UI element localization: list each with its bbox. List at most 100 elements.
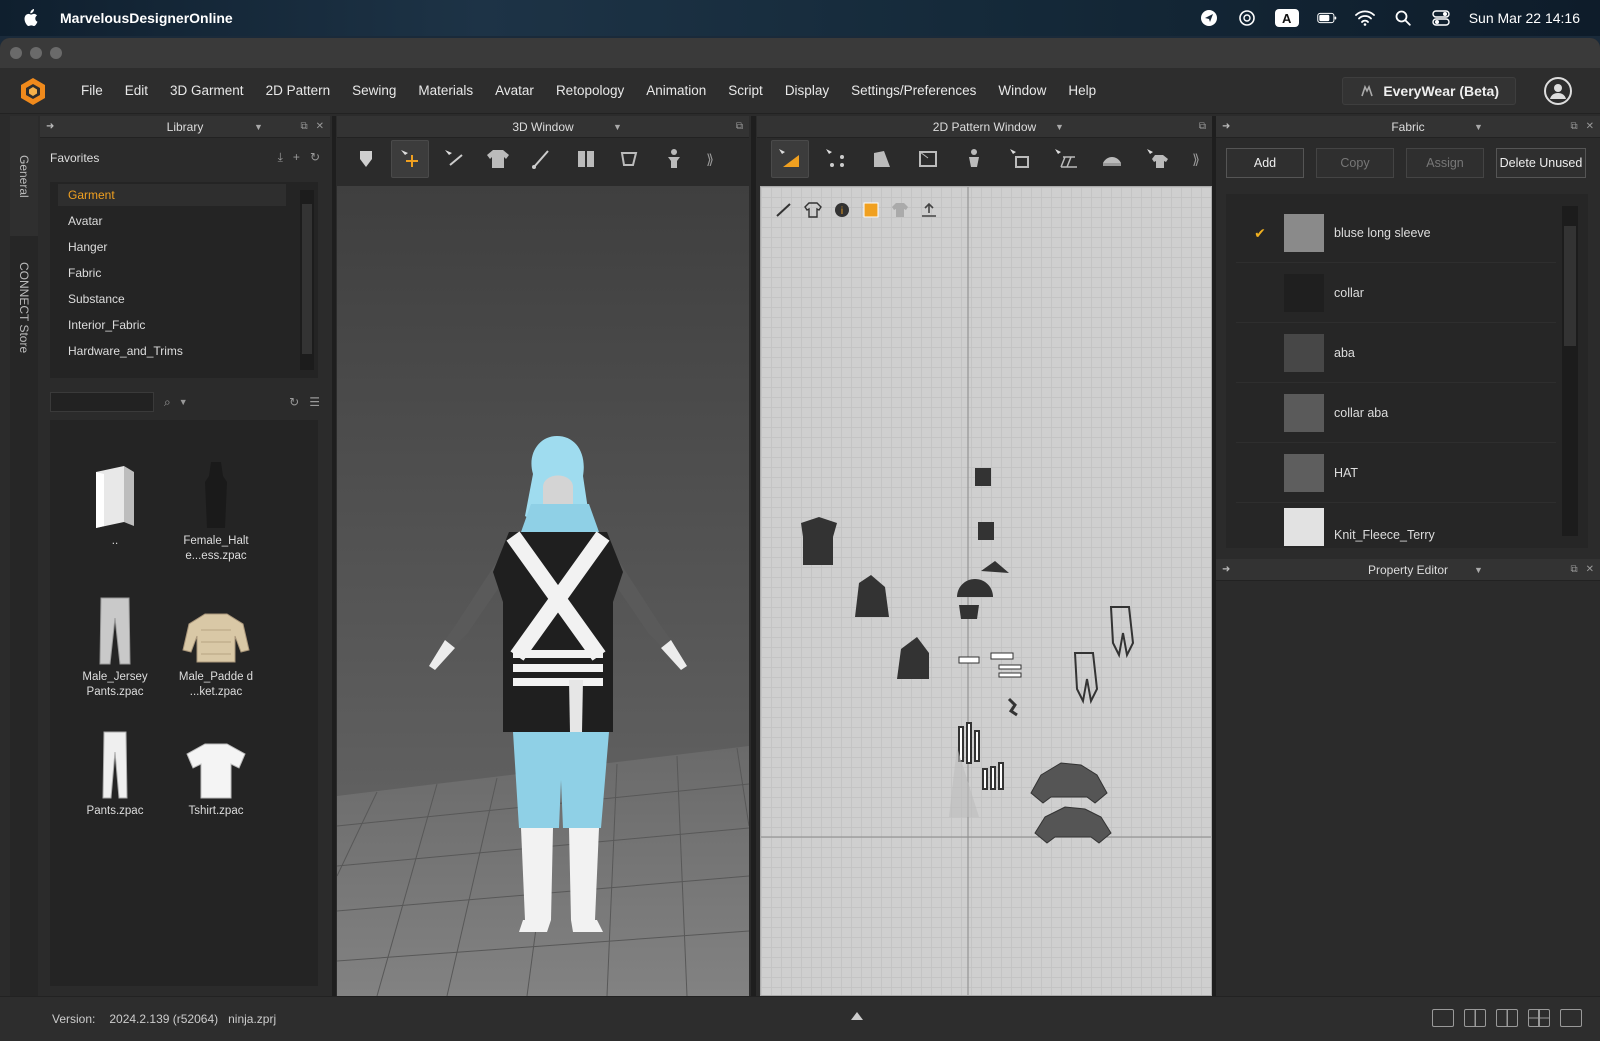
chevron-down-icon[interactable]: ▼ — [1474, 565, 1483, 575]
menu-3d-garment[interactable]: 3D Garment — [159, 83, 255, 98]
add-icon[interactable]: + — [293, 150, 300, 165]
battery-icon[interactable] — [1316, 8, 1337, 28]
library-item-female-halter-dress[interactable]: Female_Halt e...ess.zpac — [166, 456, 266, 564]
menu-retopology[interactable]: Retopology — [545, 83, 635, 98]
toolbar-overflow-icon[interactable]: ⟫ — [1185, 140, 1207, 178]
fabric-item[interactable]: collar — [1236, 264, 1556, 323]
fabric-item[interactable]: Knit_Fleece_Terry — [1236, 504, 1556, 548]
control-center-icon[interactable] — [1431, 8, 1451, 28]
chevron-down-icon[interactable]: ▼ — [1474, 122, 1483, 132]
apple-icon[interactable] — [22, 9, 38, 27]
zoom-window-button[interactable] — [50, 47, 62, 59]
app-name[interactable]: MarvelousDesignerOnline — [60, 10, 233, 26]
tree-item-garment[interactable]: Garment — [58, 184, 286, 206]
toolbar-overflow-icon[interactable]: ⟫ — [699, 140, 721, 178]
scrollbar-thumb[interactable] — [1564, 226, 1576, 346]
side-tab-connect-store[interactable]: CONNECT Store — [10, 238, 38, 378]
chevron-down-icon[interactable]: ▼ — [179, 397, 188, 407]
add-fabric-button[interactable]: Add — [1226, 148, 1304, 178]
panel-divider[interactable] — [751, 116, 756, 996]
side-tab-general[interactable]: General — [10, 116, 38, 236]
expand-up-icon[interactable] — [850, 1010, 864, 1024]
everywear-button[interactable]: EveryWear (Beta) — [1342, 76, 1516, 105]
delete-unused-button[interactable]: Delete Unused — [1496, 148, 1586, 178]
library-item-parent-folder[interactable]: .. — [65, 456, 165, 549]
undock-icon[interactable]: ⧉ — [736, 121, 743, 132]
steam-tool-icon[interactable] — [1093, 140, 1131, 178]
library-search-input[interactable] — [50, 392, 154, 412]
tree-item-substance[interactable]: Substance — [58, 288, 286, 310]
select-move-tool-icon[interactable] — [391, 140, 429, 178]
undock-icon[interactable]: ⧉ — [1570, 121, 1577, 132]
select-mesh-tool-icon[interactable] — [435, 140, 473, 178]
spotlight-search-icon[interactable] — [1393, 8, 1413, 28]
menu-animation[interactable]: Animation — [635, 83, 717, 98]
avatar-tool-icon[interactable] — [655, 140, 693, 178]
undock-icon[interactable]: ⧉ — [1199, 121, 1206, 132]
layout-single-icon[interactable] — [1432, 1009, 1454, 1027]
library-item-male-padded-jacket[interactable]: Male_Padde d ...ket.zpac — [166, 592, 266, 700]
user-avatar-icon[interactable] — [1544, 76, 1572, 105]
panel-divider[interactable] — [332, 116, 336, 996]
search-icon[interactable]: ⌕ — [164, 395, 171, 410]
undock-icon[interactable]: ⧉ — [300, 121, 307, 132]
close-icon[interactable]: ✕ — [1586, 564, 1594, 575]
menu-help[interactable]: Help — [1057, 83, 1107, 98]
chevron-down-icon[interactable]: ▼ — [1055, 122, 1064, 132]
fabric-item[interactable]: ✔ bluse long sleeve — [1236, 204, 1556, 263]
menu-edit[interactable]: Edit — [114, 83, 159, 98]
2d-pattern-viewport[interactable]: i — [760, 186, 1212, 996]
menu-window[interactable]: Window — [987, 83, 1057, 98]
close-window-button[interactable] — [10, 47, 22, 59]
chevron-down-icon[interactable]: ▼ — [613, 122, 622, 132]
download-icon[interactable]: ⤓ — [278, 150, 283, 165]
panel-pin-icon[interactable]: ➜ — [46, 121, 54, 132]
tree-item-avatar[interactable]: Avatar — [58, 210, 286, 232]
fabric-item[interactable]: aba — [1236, 324, 1556, 383]
menu-materials[interactable]: Materials — [407, 83, 484, 98]
minimize-window-button[interactable] — [30, 47, 42, 59]
tree-item-fabric[interactable]: Fabric — [58, 262, 286, 284]
layout-custom-icon[interactable] — [1560, 1009, 1582, 1027]
pen-tool-icon[interactable] — [523, 140, 561, 178]
tree-item-hanger[interactable]: Hanger — [58, 236, 286, 258]
menu-display[interactable]: Display — [774, 83, 840, 98]
undock-icon[interactable]: ⧉ — [1570, 564, 1577, 575]
menu-bar-clock[interactable]: Sun Mar 22 14:16 — [1469, 10, 1580, 26]
menu-settings[interactable]: Settings/Preferences — [840, 83, 987, 98]
copy-fabric-button[interactable]: Copy — [1316, 148, 1394, 178]
menu-avatar[interactable]: Avatar — [484, 83, 545, 98]
layout-three-icon[interactable] — [1496, 1009, 1518, 1027]
library-item-male-jersey-pants[interactable]: Male_Jersey Pants.zpac — [65, 592, 165, 700]
fabric-scrollbar[interactable] — [1562, 206, 1578, 536]
scrollbar-thumb[interactable] — [302, 204, 312, 354]
chevron-down-icon[interactable]: ▼ — [254, 122, 263, 132]
panel-pin-icon[interactable]: ➜ — [1222, 121, 1230, 132]
menu-2d-pattern[interactable]: 2D Pattern — [255, 83, 342, 98]
transform-pattern-tool-icon[interactable] — [771, 140, 809, 178]
refresh-icon[interactable]: ↻ — [310, 150, 320, 165]
dart-tool-icon[interactable] — [1001, 140, 1039, 178]
openai-icon[interactable] — [1237, 8, 1257, 28]
panel-pin-icon[interactable]: ➜ — [1222, 564, 1230, 575]
library-item-tshirt[interactable]: Tshirt.zpac — [166, 726, 266, 819]
3d-viewport[interactable] — [337, 186, 749, 996]
garment-tool-icon[interactable] — [479, 140, 517, 178]
rectangle-tool-icon[interactable] — [909, 140, 947, 178]
tree-item-hardware-trims[interactable]: Hardware_and_Trims — [58, 340, 286, 362]
input-source-icon[interactable]: A — [1274, 9, 1299, 27]
fabric-item[interactable]: collar aba — [1236, 384, 1556, 443]
layout-quad-icon[interactable] — [1528, 1009, 1550, 1027]
tree-item-interior-fabric[interactable]: Interior_Fabric — [58, 314, 286, 336]
simulate-tool-icon[interactable] — [347, 140, 385, 178]
close-icon[interactable]: ✕ — [316, 121, 324, 132]
assign-fabric-button[interactable]: Assign — [1406, 148, 1484, 178]
tree-scrollbar[interactable] — [300, 190, 314, 370]
tack-tool-icon[interactable] — [611, 140, 649, 178]
menu-sewing[interactable]: Sewing — [341, 83, 407, 98]
refresh-icon[interactable]: ↻ — [289, 395, 299, 409]
grading-tool-icon[interactable] — [1047, 140, 1085, 178]
edit-pattern-tool-icon[interactable] — [817, 140, 855, 178]
polygon-tool-icon[interactable] — [863, 140, 901, 178]
fold-tool-icon[interactable] — [567, 140, 605, 178]
